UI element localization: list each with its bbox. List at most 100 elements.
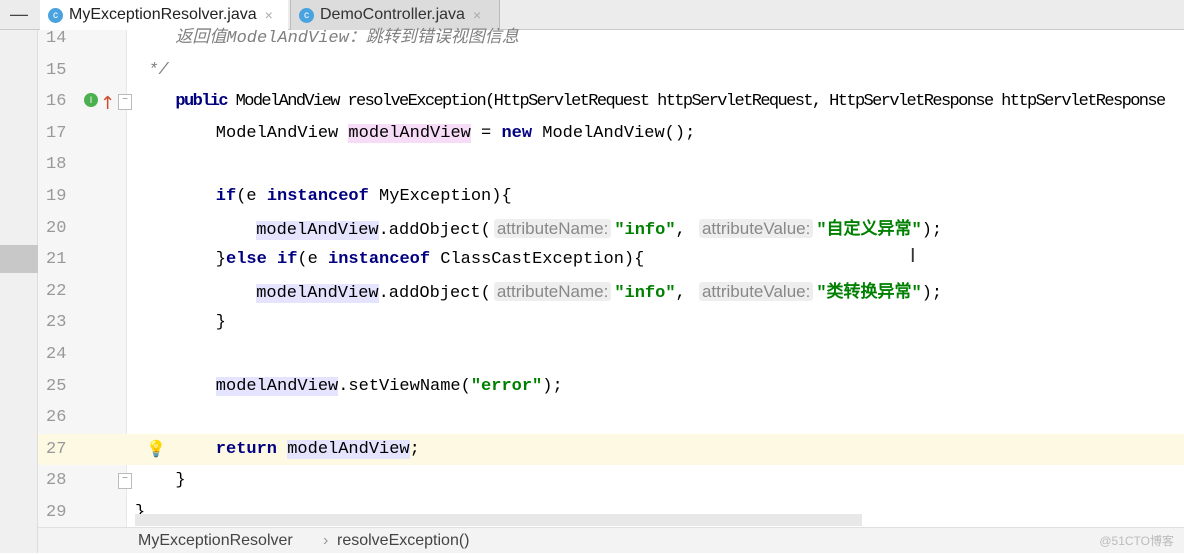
code-text: modelAndView.addObject(attributeName:"in… [256,276,942,309]
code-line[interactable]: 18 [38,149,1184,180]
code-token: modelAndView [287,440,409,459]
code-token: new [501,124,532,143]
code-line[interactable]: 25 modelAndView.setViewName("error"); [38,371,1184,402]
tab-label: DemoController.java [320,6,465,24]
text-cursor-icon: I [910,245,916,268]
parameter-hint: attributeName: [494,282,612,301]
breadcrumb-class[interactable]: MyExceptionResolver [138,528,293,554]
code-token: */ [148,61,168,80]
code-text: return modelAndView; [216,434,420,465]
line-number: 23 [46,307,76,338]
code-text: public ModelAndView resolveException(Htt… [175,86,1164,117]
code-token: "自定义异常" [816,221,921,240]
code-token: else if [226,250,297,269]
code-token: ：跳转到错误视图信息 [349,29,519,48]
lightbulb-icon[interactable]: 💡 [146,435,166,466]
tab-label: MyExceptionResolver.java [69,6,257,24]
line-number: 28 [46,465,76,496]
line-number: 21 [46,244,76,275]
code-token: MyException){ [369,187,512,206]
code-line[interactable]: 17 ModelAndView modelAndView = new ModelA… [38,118,1184,149]
close-icon[interactable]: × [473,7,481,23]
code-token: ); [922,284,942,303]
line-number: 24 [46,339,76,370]
code-line[interactable]: 26 [38,402,1184,433]
line-number: 25 [46,371,76,402]
code-token: ModelAndView [216,124,349,143]
scroll-marker [0,245,38,273]
code-line[interactable]: 20modelAndView.addObject(attributeName:"… [38,213,1184,244]
code-token: , [676,284,696,303]
code-token: ModelAndView resolveException(HttpServle… [227,92,1165,111]
code-token: ClassCastException){ [430,250,644,269]
code-line[interactable]: 24 [38,339,1184,370]
code-line[interactable]: 15 */ [38,55,1184,86]
code-line[interactable]: 16 I↑− public ModelAndView resolveExceptio… [38,86,1184,117]
code-token: "error" [471,377,542,396]
code-text: */ [148,55,168,86]
horizontal-scrollbar[interactable] [135,514,862,526]
minimize-icon[interactable]: — [10,4,28,25]
class-icon: c [299,8,314,23]
code-token: return [216,440,277,459]
code-token: modelAndView [256,221,378,240]
breadcrumb: MyExceptionResolver › resolveException() [38,527,1184,553]
close-icon[interactable]: × [265,7,273,23]
line-number: 29 [46,497,76,528]
code-token: modelAndView [348,124,470,143]
line-number: 16 [46,86,76,117]
code-token: "info" [614,284,675,303]
line-number: 27 [46,434,76,465]
code-token: ); [542,377,562,396]
implements-icon[interactable]: I [84,93,98,107]
line-number: 20 [46,213,76,244]
code-text: modelAndView.addObject(attributeName:"in… [256,213,942,246]
code-line[interactable]: 22 modelAndView.addObject(attributeName:"… [38,276,1184,307]
code-token: } [175,471,185,490]
line-number: 17 [46,118,76,149]
code-token: .addObject( [379,221,491,240]
code-token [277,440,287,459]
override-arrow-icon[interactable]: ↑ [100,88,115,119]
code-text: } [175,465,185,496]
code-text: 返回值ModelAndView：跳转到错误视图信息 [175,23,518,54]
code-token: ModelAndView [226,29,348,48]
line-number: 19 [46,181,76,212]
code-line[interactable]: 19 if(e instanceof MyException){ [38,181,1184,212]
code-line[interactable]: 23} [38,307,1184,338]
code-line[interactable]: 27 💡 return modelAndView; [38,434,1184,465]
line-number: 22 [46,276,76,307]
fold-icon[interactable]: − [118,94,132,110]
breadcrumb-method[interactable]: resolveException() [325,528,470,554]
code-token: instanceof [267,187,369,206]
parameter-hint: attributeValue: [699,282,813,301]
code-token: } [216,313,226,332]
code-token: modelAndView [256,284,378,303]
fold-icon[interactable]: − [118,473,132,489]
class-icon: c [48,8,63,23]
code-token: (e [236,187,267,206]
code-token: } [216,250,226,269]
code-token: public [175,92,227,111]
code-token: if [216,187,236,206]
code-line[interactable]: 21}else if(e instanceof ClassCastExcepti… [38,244,1184,275]
code-token: 返回值 [175,29,226,48]
code-token: modelAndView [216,377,338,396]
line-number: 26 [46,402,76,433]
code-text: } [216,307,226,338]
code-text: ModelAndView modelAndView = new ModelAnd… [216,118,696,149]
code-text: if(e instanceof MyException){ [216,181,512,212]
code-token: "info" [614,221,675,240]
line-number: 14 [46,23,76,54]
code-token: , [676,221,696,240]
line-number: 15 [46,55,76,86]
code-line[interactable]: 28 −} [38,465,1184,496]
parameter-hint: attributeName: [494,219,612,238]
code-token: instanceof [328,250,430,269]
code-token: "类转换异常" [816,284,921,303]
code-token: ); [922,221,942,240]
parameter-hint: attributeValue: [699,219,813,238]
tool-window-strip [0,30,38,553]
code-text: modelAndView.setViewName("error"); [216,371,563,402]
code-line[interactable]: 14 返回值ModelAndView：跳转到错误视图信息 [38,23,1184,54]
